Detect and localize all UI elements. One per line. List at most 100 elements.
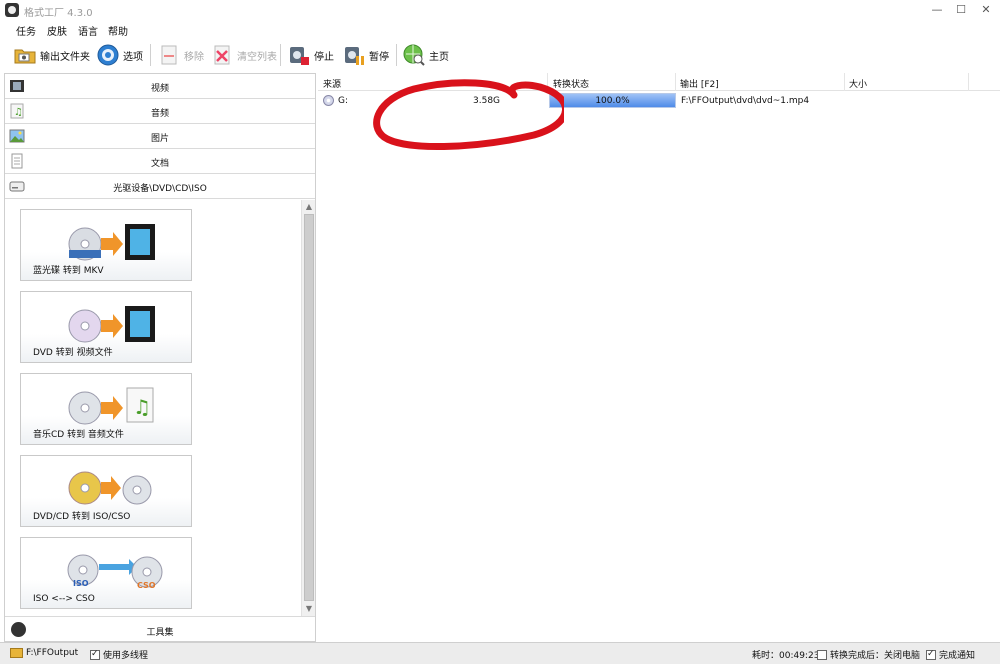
category-label: 音频	[150, 109, 169, 119]
notify-toggle[interactable]: 完成通知	[926, 648, 975, 661]
notify-label: 完成通知	[939, 651, 976, 661]
options-button[interactable]: 选项	[96, 42, 143, 68]
menu-skin[interactable]: 皮肤	[47, 23, 67, 38]
svg-text:CSO: CSO	[137, 581, 156, 590]
elapsed-time: 耗时：00:49:23	[752, 648, 819, 661]
category-label: 光驱设备\DVD\CD\ISO	[113, 184, 207, 194]
scroll-thumb[interactable]	[304, 214, 314, 601]
row-status: 100.0%	[595, 96, 630, 106]
converter-label: DVD 转到 视频文件	[33, 348, 113, 358]
dvd-to-video-icon	[68, 306, 155, 343]
row-output: F:\FFOutput\dvd\dvd~1.mp4	[681, 96, 810, 106]
clear-icon	[210, 43, 234, 67]
options-label: 选项	[123, 51, 143, 63]
home-button[interactable]: 主页	[402, 42, 449, 68]
row-progress-bar: 100.0%	[549, 93, 676, 108]
converter-iso-cso[interactable]: ISO CSO ISO <--> CSO	[20, 537, 192, 609]
pause-icon	[342, 43, 366, 67]
task-table: 来源 转换状态 输出 [F2] 大小 G: 3.58G 100.0% F:\FF…	[318, 73, 1000, 642]
converter-cd-to-audio[interactable]: ♫ 音乐CD 转到 音频文件	[20, 373, 192, 445]
home-label: 主页	[429, 51, 449, 63]
category-optical-drive[interactable]: 光驱设备\DVD\CD\ISO	[5, 174, 315, 199]
window-title: 格式工厂 4.3.0	[24, 8, 93, 19]
category-label: 文档	[150, 159, 169, 169]
converter-scrollbar[interactable]: ▲ ▼	[301, 200, 315, 616]
bluray-to-video-icon	[68, 224, 155, 261]
remove-button[interactable]: 移除	[157, 42, 204, 68]
converter-label: DVD/CD 转到 ISO/CSO	[33, 512, 131, 522]
converter-label: 音乐CD 转到 音频文件	[33, 430, 124, 440]
annotation-circle	[373, 79, 564, 151]
cd-to-audio-icon: ♫	[68, 387, 154, 425]
category-video[interactable]: 视频	[5, 74, 315, 99]
app-icon	[5, 3, 19, 17]
globe-icon	[402, 43, 426, 67]
svg-text:♫: ♫	[133, 395, 151, 419]
category-audio[interactable]: ♫ 音频	[5, 99, 315, 124]
column-source[interactable]: 来源	[323, 77, 341, 90]
multithread-checkbox[interactable]	[90, 649, 100, 660]
menu-language[interactable]: 语言	[78, 23, 98, 38]
category-document[interactable]: 文档	[5, 149, 315, 174]
row-source: G:	[338, 96, 349, 106]
column-output[interactable]: 输出 [F2]	[680, 77, 719, 90]
column-size[interactable]: 大小	[849, 77, 867, 90]
multithread-label: 使用多线程	[103, 651, 149, 661]
gear-icon	[96, 43, 120, 67]
toolbox-label: 工具集	[146, 628, 174, 638]
after-done-checkbox[interactable]	[817, 649, 827, 660]
column-divider	[968, 73, 969, 91]
iso-cso-icon: ISO CSO	[67, 554, 163, 590]
maximize-button[interactable]: ☐	[950, 2, 972, 18]
menu-task[interactable]: 任务	[16, 23, 36, 38]
status-bar: F:\FFOutput 使用多线程 耗时：00:49:23 转换完成后：关闭电脑…	[0, 642, 1000, 664]
converter-label: ISO <--> CSO	[33, 594, 95, 604]
toolbar-separator	[396, 44, 397, 66]
category-image[interactable]: 图片	[5, 124, 315, 149]
after-done-toggle[interactable]: 转换完成后：关闭电脑	[817, 648, 920, 661]
column-divider	[675, 73, 676, 91]
converter-dvd-to-video[interactable]: DVD 转到 视频文件	[20, 291, 192, 363]
left-panel: 视频 ♫ 音频 图片 文档 光驱设备\DVD\CD\ISO 蓝光碟 转到 MKV…	[4, 73, 316, 642]
disc-to-iso-icon	[68, 471, 152, 505]
converter-disc-to-iso[interactable]: DVD/CD 转到 ISO/CSO	[20, 455, 192, 527]
folder-icon	[10, 648, 23, 658]
toolbar-separator	[150, 44, 151, 66]
output-folder-path: F:\FFOutput	[26, 648, 79, 658]
elapsed-label: 耗时：00:49:23	[752, 651, 820, 661]
pause-label: 暂停	[369, 51, 389, 63]
toolbox-category[interactable]: 工具集	[5, 616, 315, 641]
toolbar: 输出文件夹 选项 移除 清空列表 停止 暂停 主页	[0, 38, 1000, 72]
output-folder-button[interactable]: 输出文件夹	[13, 42, 90, 68]
output-folder-status[interactable]: F:\FFOutput	[10, 648, 78, 658]
category-label: 图片	[150, 134, 169, 144]
scroll-down-icon[interactable]: ▼	[303, 603, 315, 615]
svg-text:ISO: ISO	[73, 579, 89, 588]
output-folder-label: 输出文件夹	[40, 51, 90, 63]
column-divider	[844, 73, 845, 91]
multithread-toggle[interactable]: 使用多线程	[90, 648, 148, 661]
scroll-up-icon[interactable]: ▲	[303, 201, 315, 213]
close-button[interactable]: ✕	[975, 2, 997, 18]
clear-list-label: 清空列表	[237, 51, 277, 63]
remove-icon	[157, 43, 181, 67]
converter-label: 蓝光碟 转到 MKV	[33, 266, 104, 276]
menu-help[interactable]: 帮助	[108, 23, 128, 38]
remove-label: 移除	[184, 51, 204, 63]
stop-icon	[287, 43, 311, 67]
menu-bar: 任务 皮肤 语言 帮助	[0, 20, 1000, 38]
clear-list-button[interactable]: 清空列表	[210, 42, 277, 68]
title-bar: 格式工厂 4.3.0 — ☐ ✕	[0, 0, 1000, 20]
minimize-button[interactable]: —	[926, 2, 948, 18]
folder-icon	[13, 43, 37, 67]
after-done-label: 转换完成后：关闭电脑	[830, 651, 921, 661]
pause-button[interactable]: 暂停	[342, 42, 389, 68]
disc-icon	[323, 95, 334, 106]
category-label: 视频	[150, 84, 169, 94]
notify-checkbox[interactable]	[926, 649, 936, 660]
converter-list: 蓝光碟 转到 MKV DVD 转到 视频文件 ♫ 音乐CD 转到 音频文件 DV…	[5, 200, 303, 616]
toolbar-separator	[280, 44, 281, 66]
stop-label: 停止	[314, 51, 334, 63]
converter-bluray-to-mkv[interactable]: 蓝光碟 转到 MKV	[20, 209, 192, 281]
stop-button[interactable]: 停止	[287, 42, 334, 68]
